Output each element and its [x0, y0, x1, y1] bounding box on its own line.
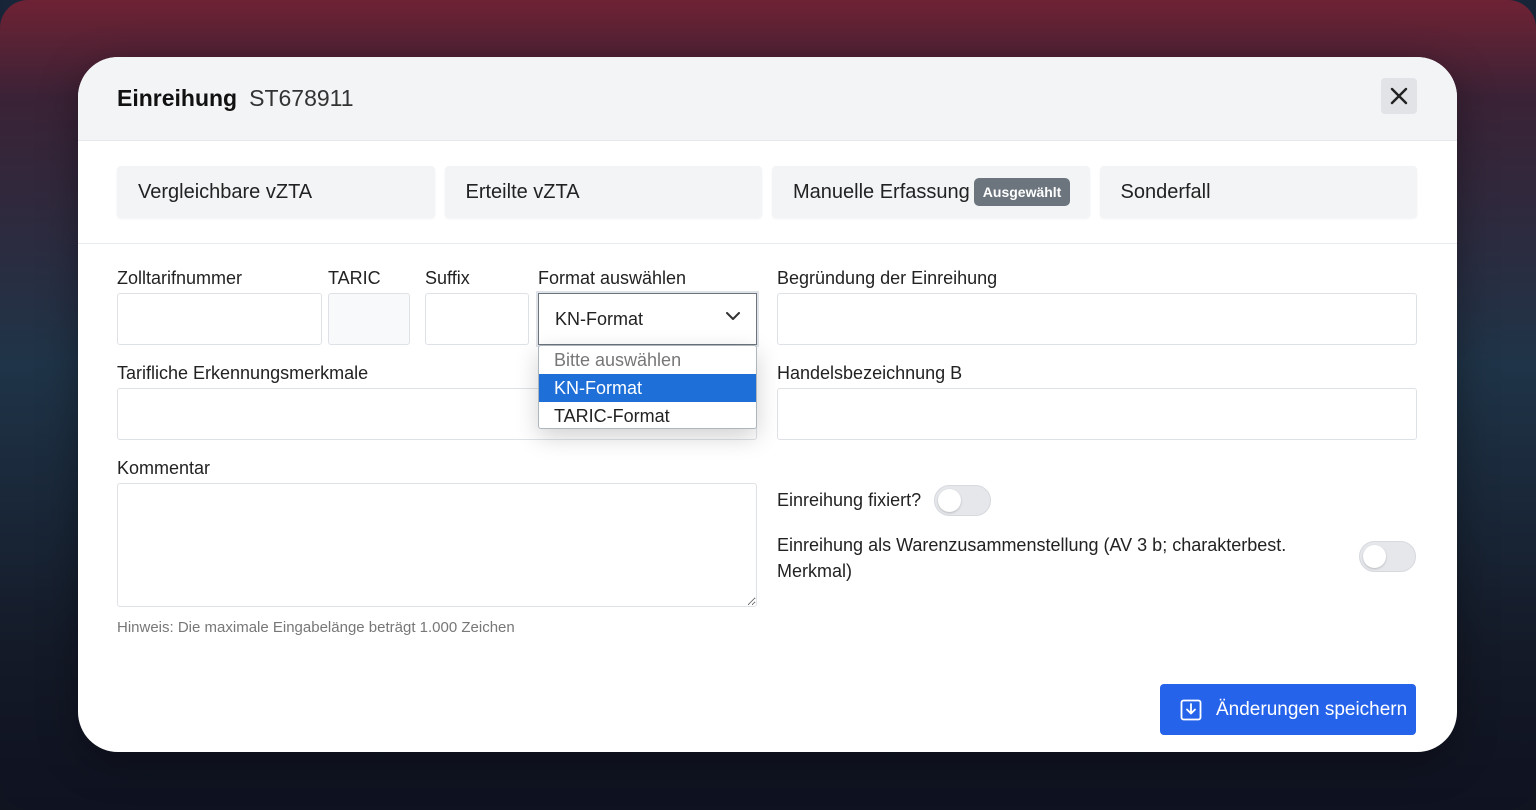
handelsbezeichnung-input[interactable]	[777, 388, 1417, 440]
format-label: Format auswählen	[538, 268, 687, 288]
tab-label: Manuelle Erfassung	[793, 180, 970, 203]
tab-manuelle-erfassung[interactable]: Manuelle Erfassung Ausgewählt	[772, 166, 1090, 218]
fixiert-toggle[interactable]	[934, 485, 991, 516]
kommentar-label: Kommentar	[117, 458, 211, 478]
save-download-icon	[1180, 699, 1202, 720]
close-icon	[1390, 87, 1408, 105]
begruendung-input[interactable]	[777, 293, 1417, 345]
tab-erteilte-vzta[interactable]: Erteilte vZTA	[444, 166, 762, 218]
warenzusammenstellung-label-line2: Merkmal)	[777, 561, 852, 581]
tab-label: Erteilte vZTA	[465, 180, 580, 203]
warenzusammenstellung-label-line1: Einreihung als Warenzusammenstellung (AV…	[777, 535, 1287, 555]
save-changes-button[interactable]: Änderungen speichern	[1160, 684, 1416, 735]
suffix-input[interactable]	[425, 293, 529, 345]
taric-label: TARIC	[328, 268, 381, 288]
begruendung-label: Begründung der Einreihung	[777, 268, 998, 288]
tab-vergleichbare-vzta[interactable]: Vergleichbare vZTA	[117, 166, 435, 218]
modal-header: Einreihung ST678911	[78, 57, 1457, 141]
format-option-taric[interactable]: TARIC-Format	[539, 402, 756, 428]
taric-input[interactable]	[328, 293, 410, 345]
max-length-hint: Hinweis: Die maximale Eingabelänge beträ…	[117, 619, 515, 636]
chevron-down-icon	[726, 312, 740, 320]
toggle-knob	[938, 489, 961, 512]
format-option-kn[interactable]: KN-Format	[539, 374, 756, 402]
save-button-label: Änderungen speichern	[1216, 698, 1408, 720]
toggle-knob	[1363, 545, 1386, 568]
warenzusammenstellung-toggle[interactable]	[1359, 541, 1416, 572]
zolltarifnummer-label: Zolltarifnummer	[117, 268, 243, 288]
tab-sonderfall[interactable]: Sonderfall	[1099, 166, 1417, 218]
format-option-placeholder[interactable]: Bitte auswählen	[539, 346, 756, 374]
tab-label: Sonderfall	[1120, 180, 1211, 203]
format-select-value: KN-Format	[555, 308, 644, 329]
suffix-label: Suffix	[425, 268, 470, 288]
close-button[interactable]	[1381, 78, 1417, 114]
kommentar-textarea[interactable]	[117, 483, 757, 607]
fixiert-label: Einreihung fixiert?	[777, 490, 922, 510]
selected-badge: Ausgewählt	[973, 178, 1071, 206]
zolltarifnummer-input[interactable]	[117, 293, 322, 345]
format-dropdown: Bitte auswählen KN-Format TARIC-Format	[538, 345, 757, 429]
merkmale-label: Tarifliche Erkennungsmerkmale	[117, 363, 369, 383]
format-select[interactable]: KN-Format	[536, 291, 759, 347]
handelsbezeichnung-label: Handelsbezeichnung B	[777, 363, 963, 383]
einreihung-modal: Einreihung ST678911 Vergleichbare vZTA E…	[78, 57, 1457, 752]
tab-label: Vergleichbare vZTA	[138, 180, 313, 203]
modal-title: Einreihung	[117, 85, 238, 111]
classification-tabs: Vergleichbare vZTA Erteilte vZTA Manuell…	[78, 141, 1457, 244]
modal-record-id: ST678911	[249, 85, 354, 111]
